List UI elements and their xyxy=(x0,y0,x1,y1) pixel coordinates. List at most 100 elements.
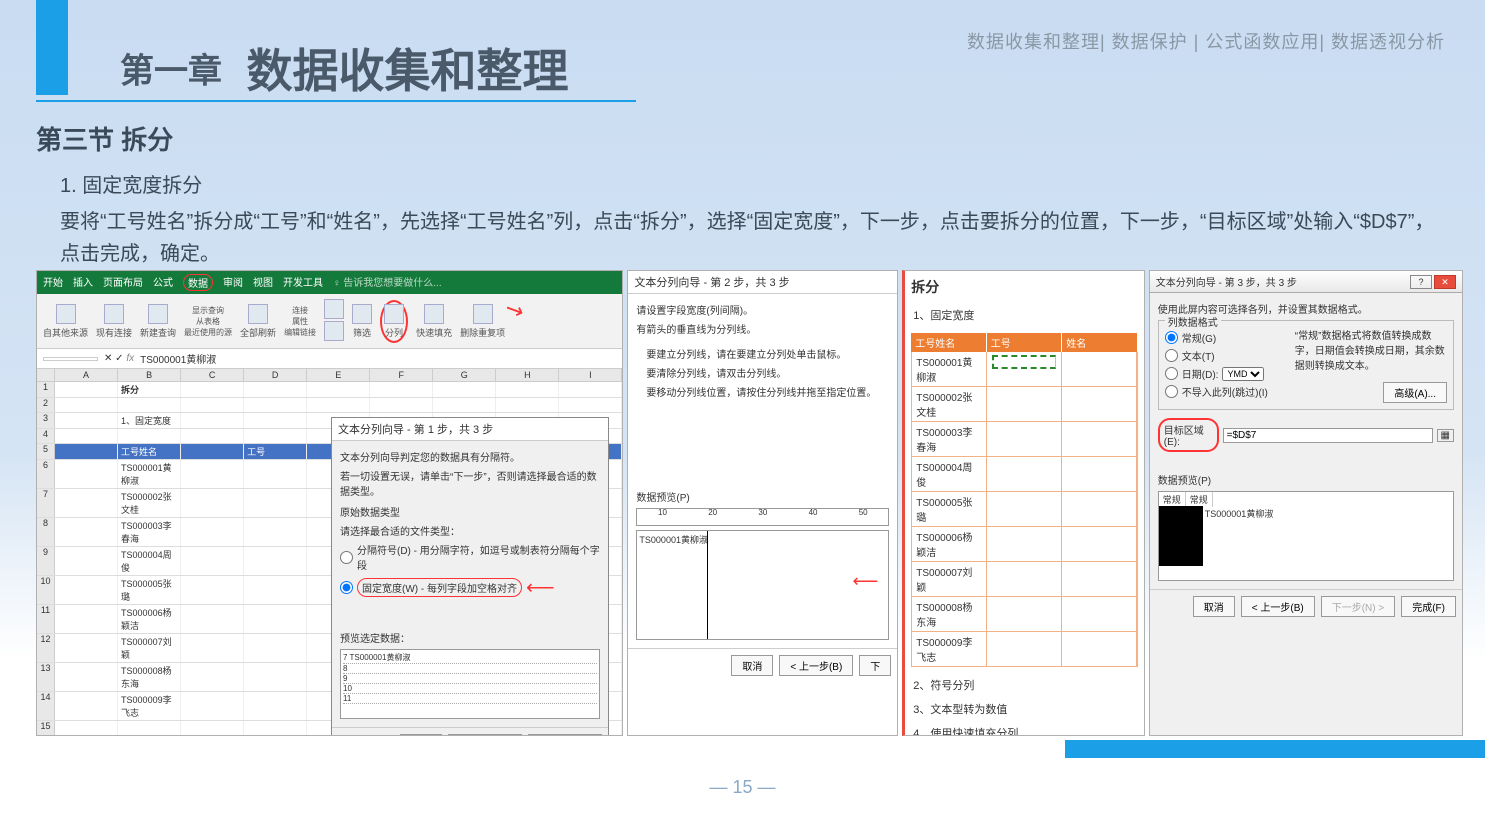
radio-fixed-width-highlighted[interactable]: 固定宽度(W) - 每列字段加空格对齐⟵ xyxy=(340,575,600,600)
next-button: 下一步(N) > xyxy=(1321,596,1396,617)
mid-sub2: 2、符号分列 xyxy=(905,673,1144,697)
formula-bar[interactable]: ✕ ✓ fx TS000001黄柳淑 xyxy=(37,349,622,369)
radio-delimited[interactable]: 分隔符号(D) - 用分隔字符，如逗号或制表符分隔每个字段 xyxy=(340,542,600,572)
chapter-label: 第一章 xyxy=(120,53,222,91)
fx-icon[interactable]: fx xyxy=(126,353,134,364)
grp-conn[interactable]: 现有连接 xyxy=(96,304,132,339)
section-title: 第三节 拆分 xyxy=(36,120,173,157)
result-header: 工号姓名工号姓名 xyxy=(911,333,1138,352)
table-row: TS000009李飞志 xyxy=(911,632,1138,667)
tab-data-highlighted[interactable]: 数据 xyxy=(183,274,213,291)
grp-dedup[interactable]: 删除重复项 xyxy=(460,304,505,339)
mid-title: 拆分 xyxy=(905,271,1144,303)
grp-sort[interactable] xyxy=(324,299,344,343)
tab[interactable]: 页面布局 xyxy=(103,274,143,291)
col-headers: ABC DEF GHI xyxy=(37,369,622,382)
target-label-highlighted: 目标区域(E): xyxy=(1158,418,1219,452)
radio-skip[interactable]: 不导入此列(跳过)(I) xyxy=(1165,384,1285,399)
grp-refresh[interactable]: 全部刷新 xyxy=(240,304,276,339)
dlg2-line: 要建立分列线，请在要建立分列处单击鼠标。 xyxy=(646,346,889,361)
dlg2-line: 有箭头的垂直线为分列线。 xyxy=(636,321,889,336)
preview-label: 预览选定数据： xyxy=(340,630,600,645)
radio-date[interactable]: 日期(D): YMD xyxy=(1165,366,1285,381)
arrow-icon: ⟵ xyxy=(526,575,555,600)
grp-connlist[interactable]: 连接属性编辑链接 xyxy=(284,305,316,338)
sheet-title: 拆分 xyxy=(118,382,181,397)
dialog-buttons: 取消 < 上一步(B) 下 xyxy=(628,648,897,682)
grp-filter[interactable]: 筛选 xyxy=(352,304,372,339)
screenshot-excel-step1: 开始 插入 页面布局 公式 数据 审阅 视图 开发工具 ♀ 告诉我您想要做什么.… xyxy=(36,270,623,736)
finish-button[interactable]: 完成(F) xyxy=(1401,596,1456,617)
dialog-title: 文本分列向导 - 第 3 步，共 3 步 xyxy=(1156,274,1297,289)
screenshot-step3: 文本分列向导 - 第 3 步，共 3 步 ? ✕ 使用此屏内容可选择各列，并设置… xyxy=(1149,270,1463,736)
next-button-cropped[interactable]: 下 xyxy=(859,655,891,676)
dlg1-line: 若一切设置无误，请单击“下一步”，否则请选择最合适的数据类型。 xyxy=(340,468,600,498)
body-text: 1. 固定宽度拆分 要将“工号姓名”拆分成“工号”和“姓名”，先选择“工号姓名”… xyxy=(60,170,1445,270)
dialog-title: 文本分列向导 - 第 1 步，共 3 步 xyxy=(332,418,608,441)
break-line[interactable] xyxy=(707,531,708,639)
dlg2-line: 要清除分列线，请双击分列线。 xyxy=(646,365,889,380)
cancel-icon[interactable]: ✕ xyxy=(104,353,112,364)
dlg1-line: 请选择最合适的文件类型： xyxy=(340,523,600,538)
preview-label: 数据预览(P) xyxy=(1158,472,1454,487)
preview-area[interactable]: TS000001黄柳淑 ⟵ xyxy=(636,530,889,640)
page-number: — 15 — xyxy=(0,777,1485,798)
help-icon[interactable]: ? xyxy=(1410,275,1432,289)
grp-external[interactable]: 自其他来源 xyxy=(43,304,88,339)
column-format-fieldset: 列数据格式 常规(G) 文本(T) 日期(D): YMD 不导入此列(跳过)(I… xyxy=(1158,320,1454,410)
enter-icon[interactable]: ✓ xyxy=(115,353,123,364)
back-button[interactable]: < 上一步(B) xyxy=(1241,596,1315,617)
range-picker-icon[interactable]: ▦ xyxy=(1437,429,1454,442)
close-icon[interactable]: ✕ xyxy=(1434,275,1456,289)
preview-area: 常规常规 TS000001黄柳淑 xyxy=(1158,491,1454,581)
grp-query[interactable]: 新建查询 xyxy=(140,304,176,339)
back-button[interactable]: < 上一步(B) xyxy=(779,655,853,676)
advanced-button[interactable]: 高级(A)... xyxy=(1383,382,1447,403)
format-note: “常规”数据格式将数值转换成数字，日期值会转换成日期，其余数据则转换成文本。 xyxy=(1295,327,1447,372)
radio-text[interactable]: 文本(T) xyxy=(1165,348,1285,363)
body-line1: 1. 固定宽度拆分 xyxy=(60,170,1445,202)
chapter-heading: 第一章 数据收集和整理 xyxy=(120,35,568,101)
breadcrumb: 数据收集和整理| 数据保护 | 公式函数应用| 数据透视分析 xyxy=(967,28,1445,54)
cancel-button[interactable]: 取消 xyxy=(731,655,773,676)
mid-sub4: 4、使用快速填充分列 xyxy=(905,721,1144,736)
tab[interactable]: 插入 xyxy=(73,274,93,291)
window-controls: ? ✕ xyxy=(1410,275,1456,289)
text-to-columns-button-highlighted[interactable]: 分列 xyxy=(380,300,408,343)
target-range-row: 目标区域(E): ▦ xyxy=(1158,418,1454,452)
target-range-input[interactable] xyxy=(1223,428,1433,443)
selected-column[interactable] xyxy=(1159,506,1203,566)
dlg1-subhead: 原始数据类型 xyxy=(340,504,600,519)
tab[interactable]: 开发工具 xyxy=(283,274,323,291)
table-row: TS000008杨东海 xyxy=(911,597,1138,632)
cancel-button[interactable]: 取消 xyxy=(1193,596,1235,617)
dlg2-line: 要移动分列线位置，请按住分列线并拖至指定位置。 xyxy=(646,384,889,399)
arrow-icon: ⟵ xyxy=(852,571,878,592)
tellme-hint[interactable]: 告诉我您想要做什么... xyxy=(343,278,441,289)
ruler[interactable]: 1020304050 xyxy=(636,508,889,526)
tab[interactable]: 审阅 xyxy=(223,274,243,291)
dialog-buttons: 取消 < 上一步(B) 下一步(N) > xyxy=(332,727,608,736)
date-format-select[interactable]: YMD xyxy=(1222,367,1264,381)
table-row: TS000002张文桂 xyxy=(911,387,1138,422)
ribbon-tabs: 开始 插入 页面布局 公式 数据 审阅 视图 开发工具 ♀ 告诉我您想要做什么.… xyxy=(37,271,622,294)
dlg1-line: 文本分列向导判定您的数据具有分隔符。 xyxy=(340,449,600,464)
tab[interactable]: 公式 xyxy=(153,274,173,291)
radio-general[interactable]: 常规(G) xyxy=(1165,330,1285,345)
table-row: TS000005张璐 xyxy=(911,492,1138,527)
selection-marker xyxy=(992,355,1056,369)
dialog-titlebar: 文本分列向导 - 第 3 步，共 3 步 ? ✕ xyxy=(1150,271,1462,293)
grp-querylist[interactable]: 显示查询从表格最近使用的源 xyxy=(184,305,232,338)
screenshot-step2: 文本分列向导 - 第 2 步，共 3 步 请设置字段宽度(列间隔)。 有箭头的垂… xyxy=(627,270,898,736)
wizard-step1-dialog: 文本分列向导 - 第 1 步，共 3 步 文本分列向导判定您的数据具有分隔符。 … xyxy=(331,417,609,736)
grp-flash[interactable]: 快速填充 xyxy=(416,304,452,339)
dlg2-line: 请设置字段宽度(列间隔)。 xyxy=(636,302,889,317)
table-row: TS000007刘颖 xyxy=(911,562,1138,597)
preview-box: 7 TS000001黄柳淑 8 9 10 11 xyxy=(340,649,600,719)
tab[interactable]: 开始 xyxy=(43,274,63,291)
dialog-buttons: 取消 < 上一步(B) 下一步(N) > 完成(F) xyxy=(1150,589,1462,623)
table-row: TS000006杨颖洁 xyxy=(911,527,1138,562)
title-underline xyxy=(36,100,636,102)
tab[interactable]: 视图 xyxy=(253,274,273,291)
name-box[interactable] xyxy=(43,357,98,361)
